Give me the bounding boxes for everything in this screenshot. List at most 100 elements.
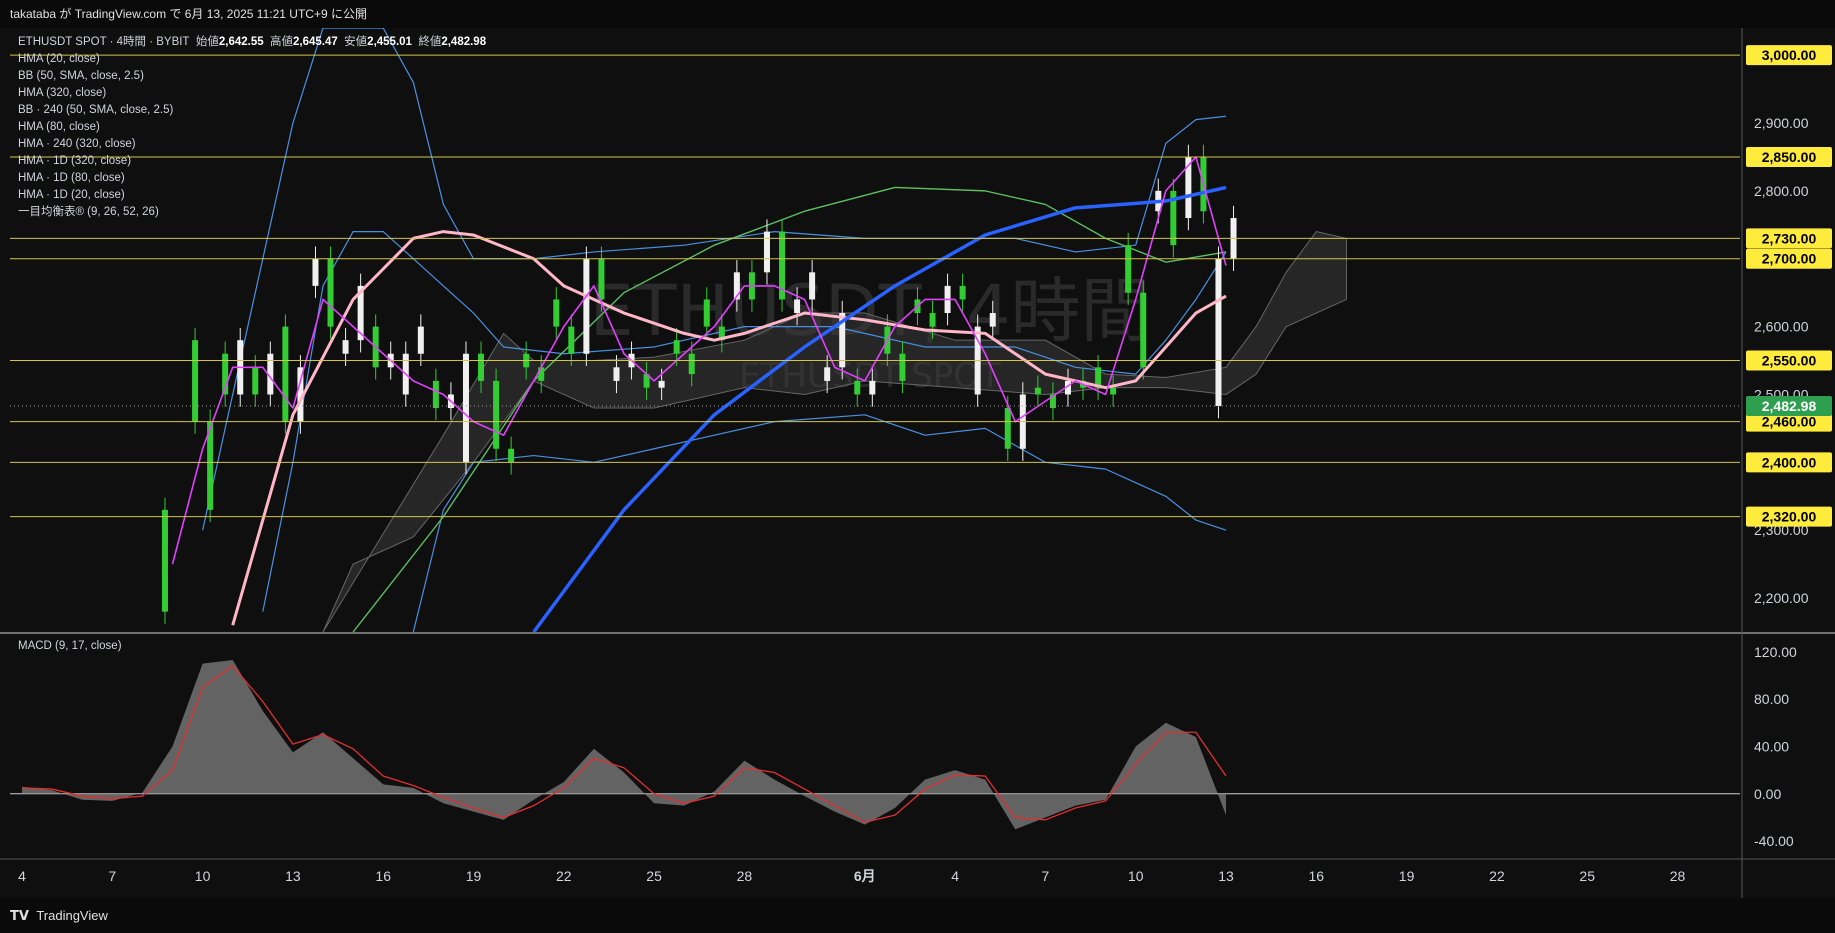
open-value: 2,642.55 [218,36,264,48]
candle-body [1004,408,1011,449]
level-tag-label: 2,320.00 [1762,509,1817,525]
level-tag-label: 3,000.00 [1762,47,1817,63]
candle-body [312,258,319,286]
candle-body [161,509,168,612]
high-label: 高値 [270,36,294,48]
indicator-hma320[interactable]: HMA (320, close) [18,85,486,102]
x-tick-label: 13 [285,868,301,884]
candle-body [959,285,966,300]
candle-body [763,231,770,273]
candle-body [688,353,695,375]
candle-body [1110,387,1117,395]
y-tick-label: 2,900.00 [1754,115,1809,131]
candle-body [508,448,515,463]
level-tag-label: 2,400.00 [1762,454,1817,470]
indicator-hma-1d-80[interactable]: HMA · 1D (80, close) [18,170,486,187]
candle-body [478,353,485,381]
x-tick-label: 22 [1489,868,1505,884]
level-tag-label: 2,730.00 [1762,230,1817,246]
candle-body [568,326,575,354]
candle-body [1125,245,1132,293]
indicator-bb-240[interactable]: BB · 240 (50, SMA, close, 2.5) [18,102,486,119]
footer: 𝗧𝗩 TradingView [0,898,1835,933]
candle-body [583,258,590,354]
x-tick-label: 10 [1128,868,1144,884]
candle-body [192,340,199,422]
close-label: 終値 [418,36,442,48]
candle-body [929,313,936,327]
tradingview-logo-icon[interactable]: 𝗧𝗩 [10,908,29,923]
indicator-hma-240-320[interactable]: HMA · 240 (320, close) [18,136,486,153]
x-tick-label: 16 [375,868,391,884]
level-tag-label: 2,550.00 [1762,353,1817,369]
x-tick-label: 19 [1399,868,1415,884]
y-tick-label: 2,200.00 [1754,590,1809,606]
x-tick-label: 16 [1309,868,1325,884]
candle-body [252,367,259,395]
macd-y-tick-label: -40.00 [1754,833,1794,849]
x-tick-label: 28 [1670,868,1686,884]
candle-body [493,380,500,449]
macd-y-tick-label: 40.00 [1754,738,1789,754]
y-tick-label: 2,800.00 [1754,183,1809,199]
candle-body [613,367,620,381]
macd-y-tick-label: 80.00 [1754,691,1789,707]
candle-body [342,340,349,354]
x-tick-label: 4 [951,868,959,884]
chart-legend: ETHUSDT SPOT · 4時間 · BYBIT 始値2,642.55 高値… [18,34,486,221]
x-tick-label: 19 [466,868,482,884]
open-label: 始値 [195,36,219,48]
macd-y-tick-label: 0.00 [1754,786,1781,802]
x-tick-label: 7 [1042,868,1050,884]
indicator-hma-1d-320[interactable]: HMA · 1D (320, close) [18,153,486,170]
candle-body [432,380,439,409]
candle-body [282,326,289,422]
candle-body [417,326,424,354]
candle-body [794,299,801,314]
close-value: 2,482.98 [441,36,487,48]
indicator-ichimoku[interactable]: 一目均衡表® (9, 26, 52, 26) [18,204,486,221]
indicator-hma20[interactable]: HMA (20, close) [18,51,486,68]
candle-body [869,380,876,395]
footer-brand[interactable]: TradingView [36,908,108,923]
level-tag-label: 2,700.00 [1762,251,1817,267]
candle-body [899,353,906,381]
candle-body [809,272,816,300]
x-tick-label: 28 [737,868,753,884]
current-price-label: 2,482.98 [1762,398,1817,414]
candle-body [1034,387,1041,395]
macd-title[interactable]: MACD (9, 17, close) [18,640,122,652]
x-tick-label: 10 [195,868,211,884]
candle-body [824,367,831,381]
x-tick-label: 22 [556,868,572,884]
indicator-hma-1d-20[interactable]: HMA · 1D (20, close) [18,187,486,204]
candle-body [1215,258,1222,407]
x-tick-label: 6月 [854,868,876,884]
high-value: 2,645.47 [293,36,338,48]
x-tick-label: 13 [1218,868,1234,884]
candle-body [673,340,680,354]
candle-body [553,299,560,327]
x-tick-label: 25 [1579,868,1595,884]
candle-body [538,367,545,381]
x-tick-label: 25 [646,868,662,884]
indicator-hma80[interactable]: HMA (80, close) [18,119,486,136]
low-value: 2,455.01 [367,36,412,48]
y-tick-label: 2,600.00 [1754,319,1809,335]
indicator-bb[interactable]: BB (50, SMA, close, 2.5) [18,68,486,85]
ohlc-line: ETHUSDT SPOT · 4時間 · BYBIT 始値2,642.55 高値… [18,34,486,51]
x-tick-label: 4 [18,868,26,884]
candle-body [327,258,334,327]
candle-body [854,380,861,395]
x-tick-label: 7 [108,868,116,884]
candle-body [989,313,996,327]
candle-body [703,299,710,327]
candle-body [598,258,605,300]
candle-body [658,380,665,388]
level-tag-label: 2,850.00 [1762,149,1817,165]
candle-body [1140,292,1147,368]
candle-body [462,353,469,463]
low-label: 安値 [344,36,368,48]
symbol-label[interactable]: ETHUSDT SPOT · 4時間 · BYBIT [18,36,189,48]
macd-y-tick-label: 120.00 [1754,644,1797,660]
